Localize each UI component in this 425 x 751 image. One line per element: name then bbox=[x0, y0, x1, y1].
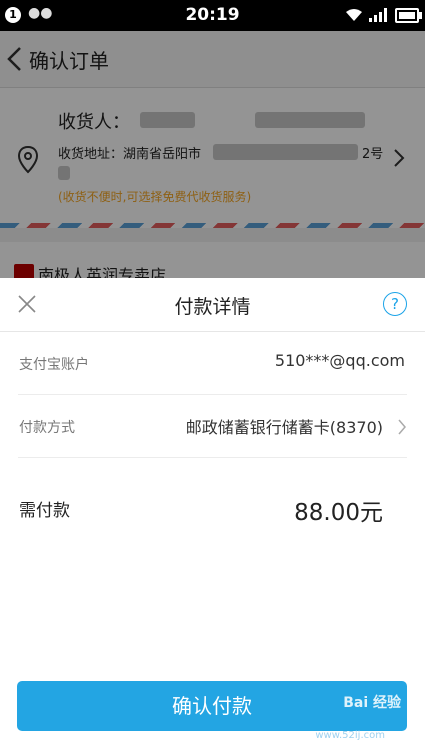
chevron-right-icon bbox=[398, 419, 406, 435]
status-bar: 1 ●● 20:19 bbox=[0, 0, 425, 31]
account-label: 支付宝账户 bbox=[19, 357, 89, 373]
modal-overlay[interactable] bbox=[0, 31, 425, 278]
account-value: 510***@qq.com bbox=[274, 351, 405, 370]
amount-value: 88.00元 bbox=[294, 500, 383, 526]
battery-icon bbox=[395, 7, 422, 23]
sheet-header: 付款详情 ? bbox=[0, 278, 425, 332]
status-icons bbox=[345, 6, 422, 24]
payment-method-row[interactable]: 付款方式 邮政储蓄银行储蓄卡(8370) bbox=[18, 395, 407, 458]
watermark-site: www.52ij.com bbox=[315, 730, 385, 741]
payment-method-value: 邮政储蓄银行储蓄卡(8370) bbox=[185, 418, 383, 437]
amount-label: 需付款 bbox=[19, 501, 70, 521]
payment-sheet: 付款详情 ? 支付宝账户 510***@qq.com 付款方式 邮政储蓄银行储蓄… bbox=[0, 278, 425, 751]
help-icon[interactable]: ? bbox=[383, 292, 407, 316]
wifi-icon bbox=[346, 9, 362, 21]
signal-icon bbox=[369, 8, 387, 22]
baidu-watermark: Bai 经验 bbox=[343, 695, 401, 711]
payment-method-label: 付款方式 bbox=[19, 420, 75, 436]
account-row: 支付宝账户 510***@qq.com bbox=[18, 332, 407, 395]
sheet-title: 付款详情 bbox=[174, 296, 251, 318]
